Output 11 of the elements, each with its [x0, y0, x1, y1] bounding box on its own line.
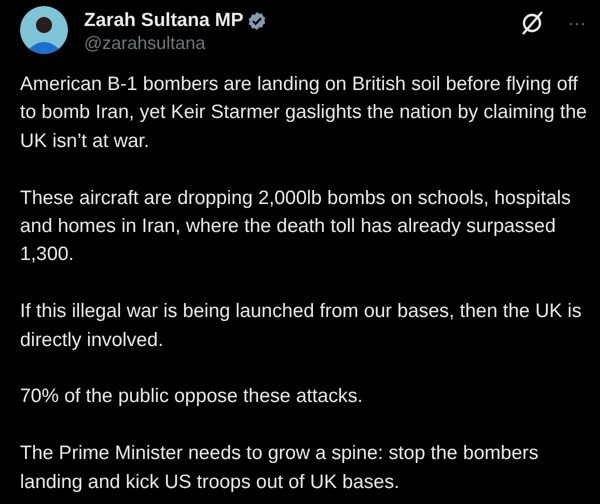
tweet-paragraph: If this illegal war is being launched from our bases, then the UK is directly involved.: [20, 299, 583, 353]
more-button[interactable]: ···: [568, 13, 586, 33]
tweet-paragraph: American B-1 bombers are landing on British soil before flying off to bomb Iran, yet Keir Starmer gaslights the nation by claiming the UK isn’t at war.: [20, 72, 588, 154]
author-name[interactable]: Zarah Sultana MP: [84, 10, 244, 32]
tweet-paragraph: These aircraft are dropping 2,000lb bombs on schools, hospitals and homes in Iran, where the death toll has already surpassed 1,300.: [20, 186, 572, 268]
avatar[interactable]: [20, 6, 68, 54]
grok-icon[interactable]: [520, 10, 544, 36]
verified-badge-icon: [247, 11, 268, 31]
tweet-paragraph: The Prime Minister needs to grow a spine: stop the bombers landing and kick US troops out of UK bases.: [20, 441, 540, 495]
tweet-paragraph: 70% of the public oppose these attacks.: [20, 384, 364, 410]
author-handle[interactable]: @zarahsultana: [84, 32, 504, 54]
